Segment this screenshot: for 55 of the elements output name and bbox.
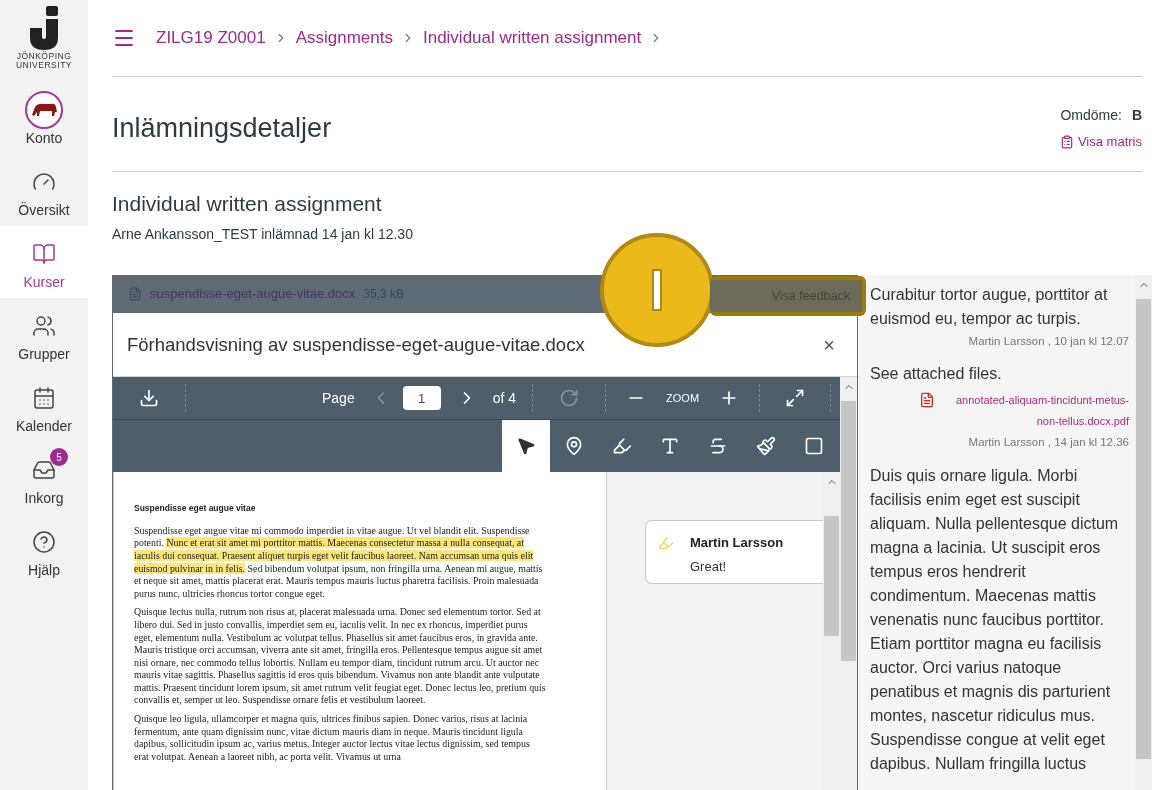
text-tool-icon [660, 436, 680, 456]
help-icon [32, 530, 56, 554]
breadcrumb-link[interactable]: ZILG19 Z0001 [156, 25, 266, 51]
document-paragraph: Quisque leo ligula, ullamcorper et magna quis, ultrices finibus sapien. Donec varius, risus at lacinia fermentum, ante quam dignissim nunc, vitae dictum mauris diam in neque. Mauris tincidunt ligula dapibus, sollicitudin ipsum ac, varius metus. Integer auctor lectus vitae lectus dignissim, sed tempus erat volutpat. Aenean a laoreet nibh, ac porta velit. Vivamus ut urna [134, 713, 531, 764]
grade-label: Omdöme: [1060, 105, 1122, 125]
strikethrough-icon [708, 436, 728, 456]
document-icon [128, 287, 142, 301]
nav-item[interactable]: Kurser [0, 226, 88, 298]
pin-icon [564, 436, 584, 456]
book-icon [32, 242, 56, 266]
breadcrumb-link[interactable]: Assignments [295, 25, 393, 51]
attachment-link[interactable]: annotated-aliquam-tincidunt-metus-non-tellus.docx.pdf [919, 390, 1129, 433]
assignment-title: Individual written assignment [112, 191, 383, 217]
logo-text: JÖNKÖPING [16, 52, 72, 61]
comment-text: Curabitur tortor augue, porttitor at euismod eu, tempor ac turpis. [870, 285, 1109, 329]
comment-text: See attached files. [870, 364, 1003, 385]
pdf-icon [919, 392, 935, 409]
annotation-author: Martin Larsson [690, 534, 784, 552]
logo-text: UNIVERSITY [16, 61, 72, 70]
avatar-icon [24, 90, 64, 130]
page-title: Inlämningsdetaljer [112, 111, 332, 145]
rectangle-icon [804, 436, 824, 456]
close-button[interactable]: × [823, 329, 843, 360]
comment-text: Duis quis ornare ligula. Morbi facilisis enim eget est suscipit aliquam. Nulla pellentesque dictum magna a lacinia. Ut suscipit eros tempus eros hendrerit condimentum. Maecenas mattis venenatis nunc faucibus porttitor. Etiam porttitor magna eu facilisis auctor. Orci varius natoque penatibus et magnis dis parturient montes, nascetur ridiculus mus. Suspendisse congue at velit eget dapibus. Nullam fringilla luctus [870, 465, 1120, 774]
calendar-icon [32, 386, 56, 410]
clipboard-icon [1059, 134, 1074, 149]
annotation-card[interactable]: Martin Larsson Great! [645, 520, 823, 584]
page-count: of 4 [492, 388, 517, 408]
page-number-field[interactable]: 1 [402, 386, 441, 410]
annotation-tool[interactable] [502, 420, 550, 472]
highlighter-icon [658, 535, 674, 551]
scrollbar[interactable] [840, 377, 857, 790]
unread-badge: 5 [50, 448, 68, 466]
comment-meta: Martin Larsson , 10 jan kl 12.07 [967, 334, 1129, 349]
pointer-icon [516, 436, 536, 456]
zoom-label: ZOOM [666, 390, 700, 406]
download-icon[interactable] [139, 388, 159, 408]
document-heading: Suspendisse eget augue vitae [134, 502, 257, 515]
inbox-icon [32, 458, 56, 482]
page-label: Page [322, 388, 355, 408]
document-paragraph: Suspendisse eget augue vitae mi commodo imperdiet in vitae augue. Ut vel blandit elit. Suspendisse potenti. Nunc et erat sit amet mi porttitor mattis. Maecenas consectetur massa a nulla consequat, at iaculis dui consequat. Praesent aliquet turpis eget velit faucibus laoreet. Nam accumsan urna quis elit euismod pulvinar in in felis. Sed bibendum volutpat ipsum, non fringilla urna. Aenean mi augue, mattis et neque sit amet, mattis placerat erat. Mauris tempus mauris luctus pharetra facilisis. Proin malesuada purus nunc, ultricies rhoncus tortor congue eget. [134, 524, 544, 601]
university-logo[interactable]: JÖNKÖPING UNIVERSITY [16, 0, 72, 82]
rubric-link[interactable]: Visa matris [1059, 131, 1142, 152]
grade-value: B [1131, 105, 1142, 125]
brush-icon [756, 436, 776, 456]
highlighter-icon [612, 436, 632, 456]
preview-title: Förhandsvisning av suspendisse-eget-augue-vitae.docx [127, 332, 585, 357]
annotation-text: Great! [690, 557, 728, 576]
document-paragraph: Quisque lectus nulla, rutrum non risus at, placerat malesuada urna. Donec sed elementum tortor. Sed at libero dui. Sed in justo convallis, imperdiet sem eu, iaculis velit. In nec ex rhoncus, imperdiet purus eget, elementum nulla. Vestibulum ac volutpat tellus. Phasellus sit amet faucibus eros, in gravida ante. Mauris tristique orci accumsan, viverra ante sit amet, fringilla eros. Pellentesque tempus augue sit amet nisi ornare, nec commodo tellus lobortis. Nullam eu tempor diam, tincidunt rutrum arcu. Ut auctor nec mauris vitae sagittis. Phasellus sagittis id eros quis bibendum. Vivamus non ante blandit ante vulputate mattis. Praesent tincidunt lorem ipsum, sit amet rutrum velit feugiat eget. Donec lectus leo, pretium quis convallis et, semper ut leo. Suspendisse ornare felis et vestibulum laoreet. [134, 606, 547, 708]
people-icon [32, 314, 56, 338]
breadcrumb-link[interactable]: Individual written assignment [422, 25, 642, 51]
submission-info: Arne Ankansson_TEST inlämnad 14 jan kl 12.30 [112, 225, 414, 244]
scrollbar[interactable] [1135, 275, 1152, 790]
expand-icon[interactable] [785, 388, 806, 408]
comment-meta: Martin Larsson , 14 jan kl 12.36 [967, 435, 1129, 451]
